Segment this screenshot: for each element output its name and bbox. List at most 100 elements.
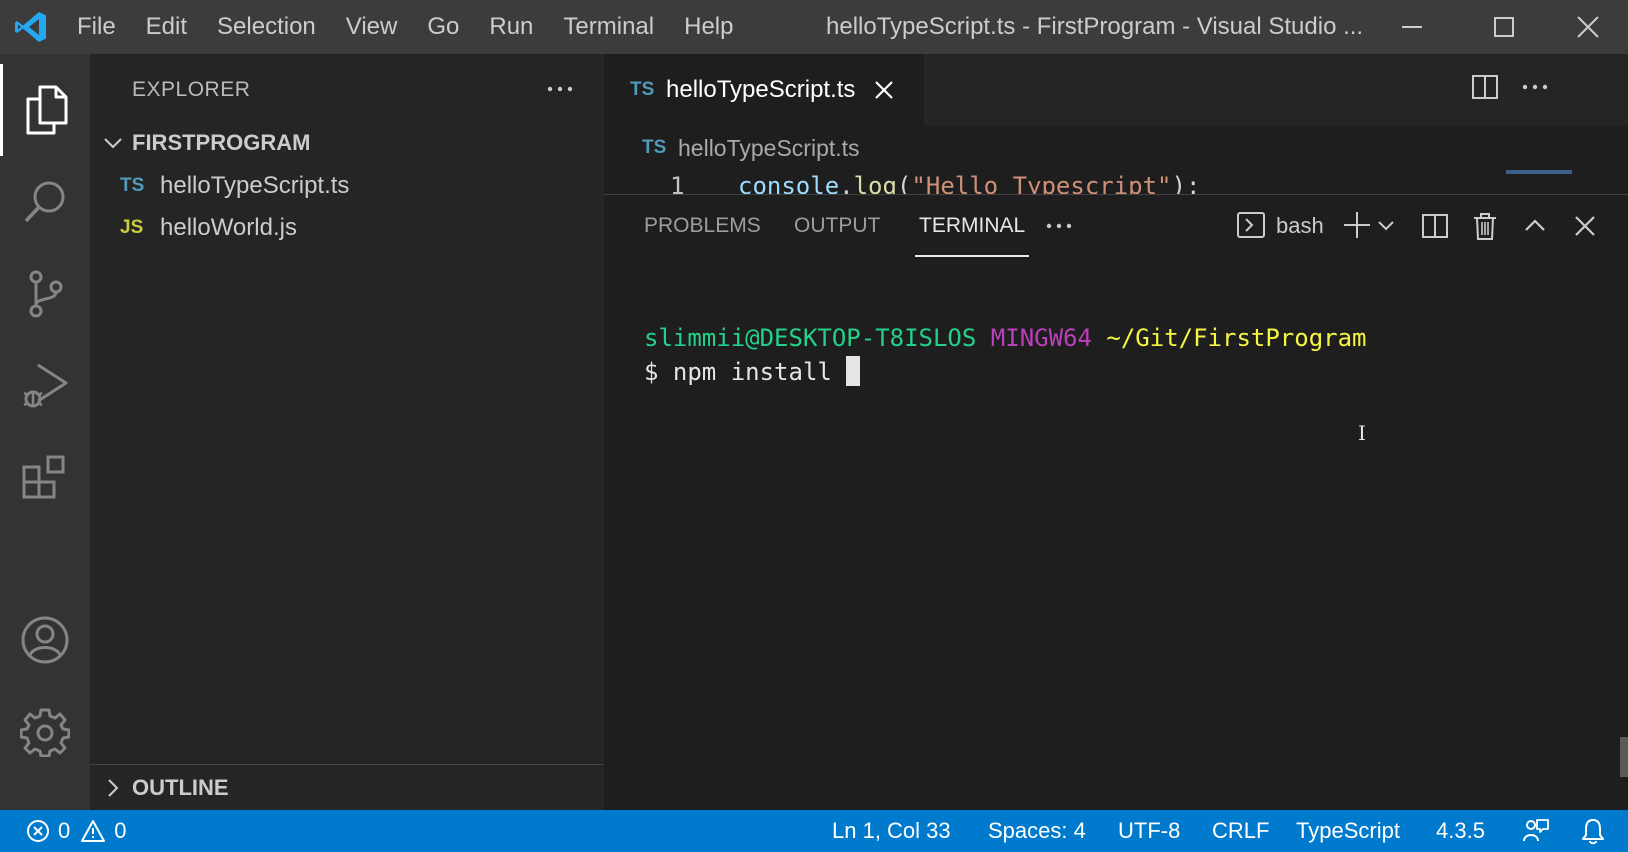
settings-gear-icon bbox=[20, 708, 70, 757]
extensions-icon bbox=[22, 455, 65, 499]
terminal-icon bbox=[1237, 212, 1265, 238]
typescript-file-icon: TS bbox=[642, 137, 667, 158]
terminal-shell-icon bbox=[1236, 210, 1266, 240]
tab-hellotypescript[interactable]: TS helloTypeScript.ts bbox=[604, 54, 924, 126]
split-editor-button[interactable] bbox=[1470, 72, 1500, 102]
menu-selection[interactable]: Selection bbox=[202, 0, 331, 54]
maximize-panel-button[interactable] bbox=[1520, 211, 1550, 241]
breadcrumb-file[interactable]: helloTypeScript.ts bbox=[678, 135, 860, 162]
more-icon bbox=[1046, 223, 1072, 229]
eol-status[interactable]: CRLF bbox=[1212, 810, 1269, 852]
kill-terminal-button[interactable] bbox=[1470, 211, 1500, 241]
language-mode-status[interactable]: TypeScript bbox=[1296, 810, 1400, 852]
menu-terminal[interactable]: Terminal bbox=[548, 0, 669, 54]
close-panel-button[interactable] bbox=[1570, 211, 1600, 241]
tab-problems[interactable]: PROBLEMS bbox=[644, 195, 761, 257]
explorer-title: EXPLORER bbox=[132, 78, 251, 101]
editor-more-actions-button[interactable] bbox=[1520, 72, 1550, 102]
split-terminal-button[interactable] bbox=[1420, 211, 1450, 241]
file-name: helloWorld.js bbox=[160, 214, 297, 241]
more-icon bbox=[547, 86, 573, 92]
title-bar: File Edit Selection View Go Run Terminal… bbox=[0, 0, 1628, 54]
maximize-icon bbox=[1494, 17, 1514, 37]
active-tab-indicator bbox=[915, 255, 1030, 257]
file-item-helloworld[interactable]: JS helloWorld.js bbox=[120, 208, 297, 248]
tab-output[interactable]: OUTPUT bbox=[794, 195, 880, 257]
close-window-button[interactable] bbox=[1548, 0, 1628, 54]
activity-search[interactable] bbox=[0, 156, 90, 248]
chevron-right-icon bbox=[108, 778, 119, 797]
explorer-more-actions-button[interactable] bbox=[545, 74, 575, 104]
activity-bar bbox=[0, 54, 90, 810]
source-control-icon bbox=[29, 270, 63, 318]
bell-icon bbox=[1582, 819, 1604, 845]
menu-run[interactable]: Run bbox=[474, 0, 548, 54]
notifications-button[interactable] bbox=[1580, 810, 1606, 852]
warning-icon bbox=[81, 820, 106, 842]
terminal-env: MINGW64 bbox=[990, 324, 1092, 352]
outline-title: OUTLINE bbox=[132, 774, 229, 800]
problems-status[interactable]: 0 0 bbox=[26, 810, 127, 852]
typescript-version-status[interactable]: 4.3.5 bbox=[1436, 810, 1485, 852]
plus-icon bbox=[1344, 212, 1370, 238]
menu-go[interactable]: Go bbox=[412, 0, 474, 54]
terminal-command: npm install bbox=[672, 358, 847, 386]
error-icon bbox=[27, 820, 49, 842]
tab-terminal-label: TERMINAL bbox=[919, 214, 1026, 237]
account-icon bbox=[21, 616, 69, 664]
new-terminal-button[interactable] bbox=[1342, 210, 1372, 240]
chevron-up-icon bbox=[1525, 219, 1545, 231]
terminal-shell-name[interactable]: bash bbox=[1276, 195, 1324, 257]
maximize-button[interactable] bbox=[1458, 0, 1550, 54]
menu-view[interactable]: View bbox=[331, 0, 413, 54]
menu-help[interactable]: Help bbox=[669, 0, 748, 54]
javascript-file-icon: JS bbox=[120, 217, 144, 238]
typescript-file-icon: TS bbox=[120, 175, 145, 196]
bottom-panel: PROBLEMS OUTPUT TERMINAL bash slimmii@DE… bbox=[604, 194, 1628, 810]
vscode-logo-icon bbox=[0, 0, 62, 54]
files-icon bbox=[26, 85, 67, 135]
folder-firstprogram[interactable]: FIRSTPROGRAM bbox=[102, 130, 310, 156]
split-editor-icon bbox=[1472, 75, 1498, 99]
tab-label: helloTypeScript.ts bbox=[666, 76, 856, 103]
file-item-hellotypescript[interactable]: TS helloTypeScript.ts bbox=[120, 166, 349, 206]
cursor-position-status[interactable]: Ln 1, Col 33 bbox=[832, 810, 951, 852]
outline-section[interactable]: OUTLINE bbox=[90, 764, 604, 810]
terminal-cursor bbox=[846, 356, 861, 386]
trash-icon bbox=[1474, 213, 1496, 240]
terminal-dropdown-button[interactable] bbox=[1376, 215, 1396, 235]
panel-more-tabs-button[interactable] bbox=[1044, 211, 1074, 241]
activity-source-control[interactable] bbox=[0, 248, 90, 340]
close-icon bbox=[875, 81, 894, 99]
more-icon bbox=[1522, 84, 1548, 90]
typescript-file-icon: TS bbox=[630, 79, 655, 100]
window-title: helloTypeScript.ts - FirstProgram - Visu… bbox=[826, 13, 1364, 40]
indentation-status[interactable]: Spaces: 4 bbox=[988, 810, 1086, 852]
chevron-down-icon bbox=[104, 138, 122, 149]
folder-name: FIRSTPROGRAM bbox=[132, 130, 311, 155]
terminal-scrollbar[interactable] bbox=[1620, 737, 1628, 777]
minimap[interactable] bbox=[1506, 170, 1572, 174]
menu-edit[interactable]: Edit bbox=[131, 0, 202, 54]
run-debug-icon bbox=[23, 363, 68, 408]
feedback-icon bbox=[1523, 819, 1549, 842]
terminal-prompt: $ bbox=[644, 358, 673, 386]
close-tab-button[interactable] bbox=[873, 79, 895, 101]
activity-explorer[interactable] bbox=[0, 64, 90, 156]
breadcrumb: TS helloTypeScript.ts bbox=[604, 126, 1628, 170]
menu-file[interactable]: File bbox=[62, 0, 131, 54]
activity-accounts[interactable] bbox=[0, 594, 90, 686]
tab-terminal[interactable]: TERMINAL bbox=[915, 195, 1030, 257]
editor-area: TS helloTypeScript.ts TS helloTypeScript… bbox=[604, 54, 1628, 810]
activity-extensions[interactable] bbox=[0, 432, 90, 524]
activity-manage[interactable] bbox=[0, 686, 90, 778]
error-count: 0 bbox=[58, 818, 71, 843]
activity-run-debug[interactable] bbox=[0, 340, 90, 432]
feedback-button[interactable] bbox=[1522, 810, 1550, 852]
terminal-output[interactable]: slimmii@DESKTOP-T8ISLOS MINGW64 ~/Git/Fi… bbox=[644, 321, 1367, 389]
chevron-down-icon bbox=[1378, 221, 1394, 231]
minimize-button[interactable] bbox=[1366, 0, 1458, 54]
search-icon bbox=[24, 181, 65, 223]
minimize-icon bbox=[1402, 26, 1422, 28]
encoding-status[interactable]: UTF-8 bbox=[1118, 810, 1180, 852]
